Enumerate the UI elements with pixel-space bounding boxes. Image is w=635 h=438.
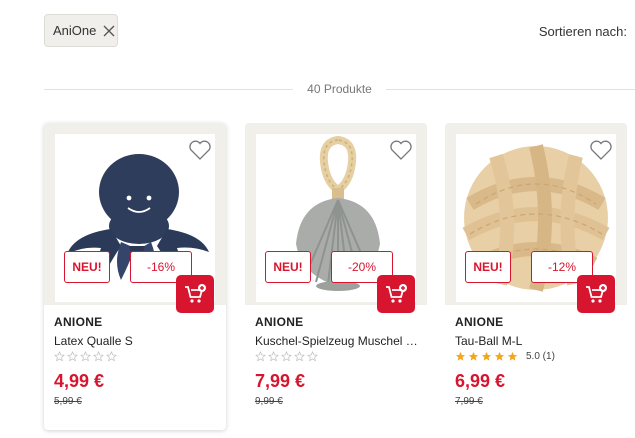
filter-chip-anione[interactable]: AniOne	[44, 14, 118, 47]
product-card[interactable]: NEU! -20% ANIONE Kuschel-Spielzeug Musch…	[245, 123, 427, 430]
product-old-price: 7,99 €	[455, 396, 483, 407]
rating-stars: 5.0 (1)	[455, 351, 555, 362]
product-old-price: 5,99 €	[54, 396, 82, 407]
star-empty-icon	[93, 351, 104, 362]
product-brand: ANIONE	[54, 315, 103, 329]
new-badge: NEU!	[64, 251, 110, 283]
product-brand: ANIONE	[455, 315, 504, 329]
divider-right	[385, 88, 635, 90]
product-price: 4,99 €	[54, 371, 105, 391]
star-empty-icon	[106, 351, 117, 362]
star-empty-icon	[268, 351, 279, 362]
rating-stars	[54, 351, 117, 362]
product-name[interactable]: Tau-Ball M-L	[455, 334, 621, 348]
heart-icon[interactable]	[188, 139, 212, 161]
star-filled-icon	[494, 351, 505, 361]
star-filled-icon	[507, 351, 518, 361]
product-count: 40 Produkte	[307, 82, 372, 96]
cart-plus-icon	[586, 284, 607, 303]
star-empty-icon	[294, 351, 305, 362]
heart-icon[interactable]	[389, 139, 413, 161]
product-card[interactable]: NEU! -16% ANIONE Latex Qualle S 4,99 € 5…	[44, 123, 226, 430]
cart-plus-icon	[386, 284, 407, 303]
rating-value: 5.0 (1)	[526, 351, 555, 362]
star-filled-icon	[455, 351, 466, 361]
heart-icon[interactable]	[589, 139, 613, 161]
product-card[interactable]: NEU! -12% ANIONE Tau-Ball M-L 5.0 (1) 6,…	[445, 123, 627, 430]
product-price: 7,99 €	[255, 371, 306, 391]
add-to-cart-button[interactable]	[377, 275, 415, 313]
sort-dropdown-label[interactable]: Sortieren nach:	[539, 24, 627, 39]
star-empty-icon	[307, 351, 318, 362]
add-to-cart-button[interactable]	[176, 275, 214, 313]
product-name[interactable]: Latex Qualle S	[54, 334, 220, 348]
new-badge: NEU!	[265, 251, 311, 283]
new-badge: NEU!	[465, 251, 511, 283]
product-old-price: 9,99 €	[255, 396, 283, 407]
divider-left	[44, 88, 294, 90]
star-filled-icon	[468, 351, 479, 361]
filter-chip-label: AniOne	[53, 23, 97, 38]
close-icon[interactable]	[102, 24, 116, 38]
rating-stars	[255, 351, 318, 362]
product-name[interactable]: Kuschel-Spielzeug Muschel mit Seil	[255, 334, 421, 348]
star-empty-icon	[255, 351, 266, 362]
cart-plus-icon	[185, 284, 206, 303]
product-count-divider: 40 Produkte	[44, 80, 635, 98]
star-filled-icon	[481, 351, 492, 361]
product-brand: ANIONE	[255, 315, 304, 329]
star-empty-icon	[54, 351, 65, 362]
add-to-cart-button[interactable]	[577, 275, 615, 313]
star-empty-icon	[80, 351, 91, 362]
product-price: 6,99 €	[455, 371, 506, 391]
star-empty-icon	[67, 351, 78, 362]
star-empty-icon	[281, 351, 292, 362]
